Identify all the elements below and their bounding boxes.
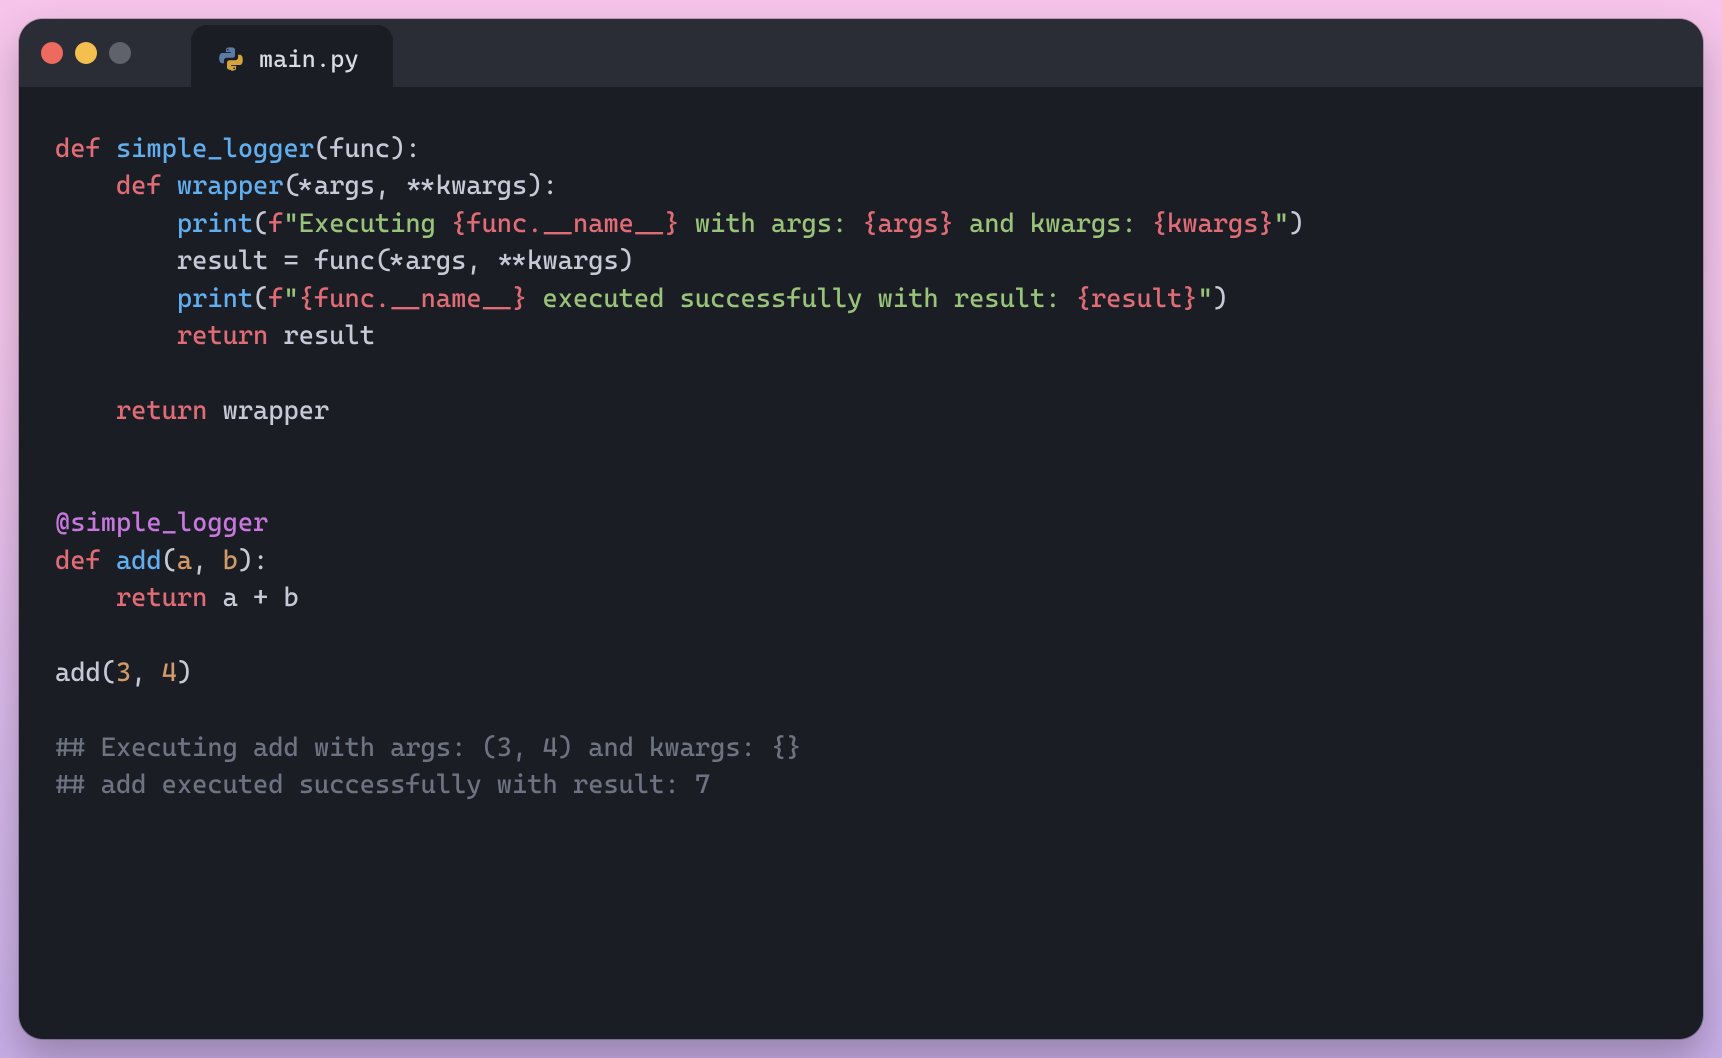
- window-controls: [41, 42, 131, 64]
- maximize-button[interactable]: [109, 42, 131, 64]
- python-icon: [217, 45, 245, 73]
- minimize-button[interactable]: [75, 42, 97, 64]
- code-editor[interactable]: def simple_logger(func): def wrapper(*ar…: [19, 87, 1703, 1039]
- tab-filename: main.py: [259, 45, 359, 73]
- file-tab[interactable]: main.py: [191, 25, 393, 93]
- close-button[interactable]: [41, 42, 63, 64]
- code-content: def simple_logger(func): def wrapper(*ar…: [55, 131, 1667, 805]
- title-bar: main.py: [19, 19, 1703, 87]
- editor-window: main.py def simple_logger(func): def wra…: [19, 19, 1703, 1039]
